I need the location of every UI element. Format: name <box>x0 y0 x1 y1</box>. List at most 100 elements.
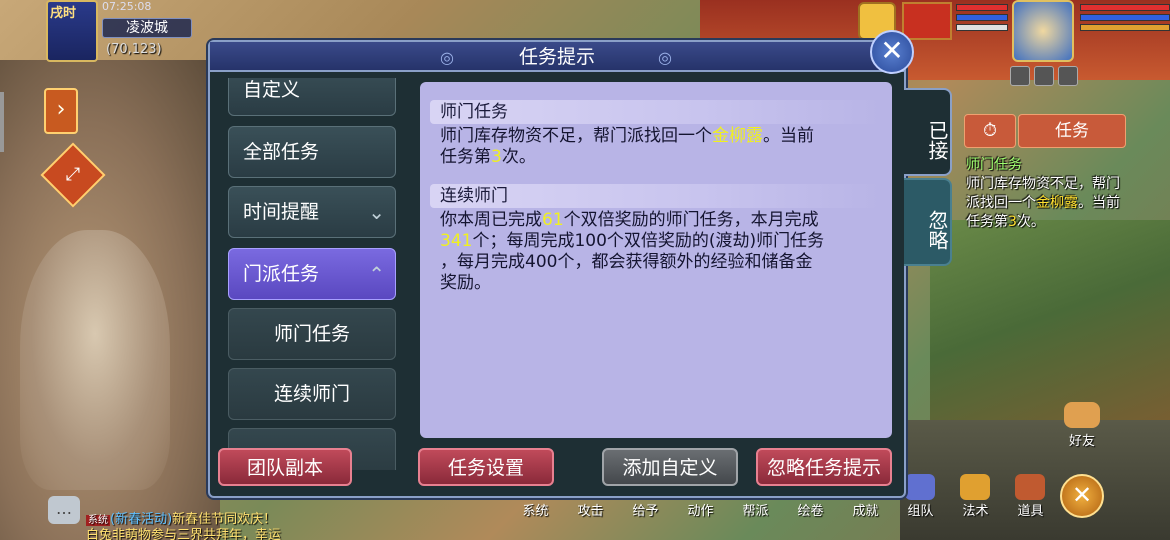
menu-label: 攻击 <box>577 504 604 519</box>
task-tracker-tab[interactable]: 任务 <box>1018 114 1126 148</box>
category-list[interactable]: 自定义 全部任务 时间提醒 ⌄ 门派任务 ⌃ 师门任务 连续师门 <box>228 78 398 470</box>
section-title: 连续师门 <box>430 184 882 208</box>
menu-label: 帮派 <box>742 504 769 519</box>
text-part: 任务第 <box>440 147 491 167</box>
pet-exp-bar <box>956 24 1008 31</box>
category-label: 连续师门 <box>273 383 350 405</box>
dialog-title: 任务提示 <box>518 46 595 68</box>
dialog-titlebar: ◎ 任务提示 ◎ <box>210 42 904 72</box>
tracker-item-highlight: 金柳露 <box>1036 195 1078 211</box>
cloud-ornament-icon: ◎ <box>658 48 672 67</box>
chest-icon <box>1015 474 1045 500</box>
category-custom[interactable]: 自定义 <box>228 78 396 116</box>
buff-icon[interactable] <box>1034 66 1054 86</box>
location-widget[interactable]: 戌时 07:25:08 凌波城 (70,123) <box>46 0 192 62</box>
city-name: 凌波城 <box>102 18 192 38</box>
menu-label: 成就 <box>852 504 879 519</box>
tracker-text-part: 次。 <box>1016 214 1045 230</box>
category-all-tasks[interactable]: 全部任务 <box>228 126 396 178</box>
category-school-tasks[interactable]: 门派任务 ⌃ <box>228 248 396 300</box>
chat-bubble-icon[interactable]: … <box>48 496 80 524</box>
pet-portrait[interactable] <box>902 2 952 40</box>
section-title: 师门任务 <box>430 100 882 124</box>
menu-items[interactable]: 道具 <box>1003 474 1058 519</box>
buff-icon[interactable] <box>1010 66 1030 86</box>
count-highlight: 3 <box>491 147 502 167</box>
task-tracker-body[interactable]: 师门任务 师门库存物资不足，帮门派找回一个金柳露。当前任务第3次。 <box>966 156 1126 232</box>
timer-icon[interactable]: ⏱ <box>964 114 1016 148</box>
chevron-right-icon: › <box>56 97 66 122</box>
tracker-task-text: 师门库存物资不足，帮门派找回一个金柳露。当前任务第3次。 <box>966 175 1126 232</box>
item-highlight: 金柳露 <box>712 126 763 146</box>
text-part: 个双倍奖励的师门任务，本月完成 <box>563 210 819 230</box>
game-time-tag: 戌时 <box>50 6 77 21</box>
weekly-count-highlight: 61 <box>542 210 564 230</box>
menu-label: 法术 <box>962 504 989 519</box>
tab-ignored[interactable]: 忽略 <box>904 178 952 266</box>
text-part: 奖励。 <box>440 273 491 293</box>
menu-label: 道具 <box>1017 504 1044 519</box>
pet-status-bars <box>956 4 1008 34</box>
expand-arrow-button[interactable]: › <box>44 88 78 134</box>
player-anger-bar <box>1080 24 1170 31</box>
add-custom-button[interactable]: 添加自定义 <box>602 448 738 486</box>
category-time-reminder[interactable]: 时间提醒 ⌄ <box>228 186 396 238</box>
chevron-up-icon: ⌃ <box>368 262 385 286</box>
section-text: 师门库存物资不足，帮门派找回一个金柳露。当前 任务第3次。 <box>440 126 880 168</box>
friends-button[interactable]: 好友 <box>1060 402 1104 449</box>
buff-icons <box>1010 66 1078 86</box>
task-detail-panel[interactable]: 师门任务 师门库存物资不足，帮门派找回一个金柳露。当前 任务第3次。 连续师门 … <box>420 82 892 438</box>
menu-label: 组队 <box>907 504 934 519</box>
player-portrait[interactable] <box>1012 0 1074 62</box>
task-settings-button[interactable]: 任务设置 <box>418 448 554 486</box>
subcategory-continuous-master[interactable]: 连续师门 <box>228 368 396 420</box>
pet-mp-bar <box>956 14 1008 21</box>
friends-label: 好友 <box>1068 434 1095 449</box>
skills-icon <box>960 474 990 500</box>
team-dungeon-button[interactable]: 团队副本 <box>218 448 352 486</box>
category-label: 全部任务 <box>243 141 320 163</box>
tracker-task-title: 师门任务 <box>966 157 1022 173</box>
menu-label: 系统 <box>522 504 549 519</box>
category-label: 门派任务 <box>243 263 320 285</box>
menu-label: 给予 <box>632 504 659 519</box>
menu-label: 绘卷 <box>797 504 824 519</box>
menu-close-button[interactable]: ✕ <box>1060 474 1104 518</box>
task-tracker-header: ⏱ 任务 <box>964 114 1126 148</box>
chat-line[interactable]: 白兔非萌物参与三界共拜年，幸运 <box>86 524 281 540</box>
subcategory-master-task[interactable]: 师门任务 <box>228 308 396 360</box>
menu-label: 动作 <box>687 504 714 519</box>
stone-statue <box>20 230 170 490</box>
text-part: 个；每周完成100个双倍奖励的(渡劫)师门任务 <box>472 231 825 251</box>
text-part: 次。 <box>501 147 536 167</box>
dialog-close-button[interactable]: ✕ <box>870 30 914 74</box>
pet-hp-bar <box>956 4 1008 11</box>
expand-arrows-icon: ⤢ <box>65 164 81 185</box>
real-clock: 07:25:08 <box>102 0 152 13</box>
handshake-icon <box>1064 402 1100 428</box>
task-tips-dialog: ◎ 任务提示 ◎ 自定义 全部任务 时间提醒 ⌄ 门派任务 ⌃ 师门任务 连续师门 … <box>208 40 906 498</box>
text-part: 师门库存物资不足，帮门派找回一个 <box>440 126 712 146</box>
scroll-indicator <box>0 92 4 152</box>
category-label: 时间提醒 <box>243 201 320 223</box>
text-part: 。当前 <box>763 126 814 146</box>
player-status-bars <box>1080 4 1170 34</box>
menu-skills[interactable]: 法术 <box>948 474 1003 519</box>
category-label: 师门任务 <box>273 323 350 345</box>
chevron-down-icon: ⌄ <box>368 200 385 224</box>
close-icon: ✕ <box>1071 481 1093 509</box>
close-icon: ✕ <box>880 34 904 67</box>
player-hp-bar <box>1080 4 1170 11</box>
tab-accepted[interactable]: 已接 <box>904 88 952 176</box>
player-mp-bar <box>1080 14 1170 21</box>
category-label: 自定义 <box>243 79 301 101</box>
buff-icon[interactable] <box>1058 66 1078 86</box>
tracker-count-highlight: 3 <box>1008 214 1017 230</box>
monthly-count-highlight: 341 <box>440 231 473 251</box>
text-part: 你本周已完成 <box>440 210 542 230</box>
player-coords: (70,123) <box>106 42 162 57</box>
ignore-tips-button[interactable]: 忽略任务提示 <box>756 448 892 486</box>
section-text: 你本周已完成61个双倍奖励的师门任务，本月完成 341个；每周完成100个双倍奖… <box>440 210 880 294</box>
text-part: ，每月完成400个，都会获得额外的经验和储备金 <box>440 252 813 272</box>
team-icon <box>905 474 935 500</box>
